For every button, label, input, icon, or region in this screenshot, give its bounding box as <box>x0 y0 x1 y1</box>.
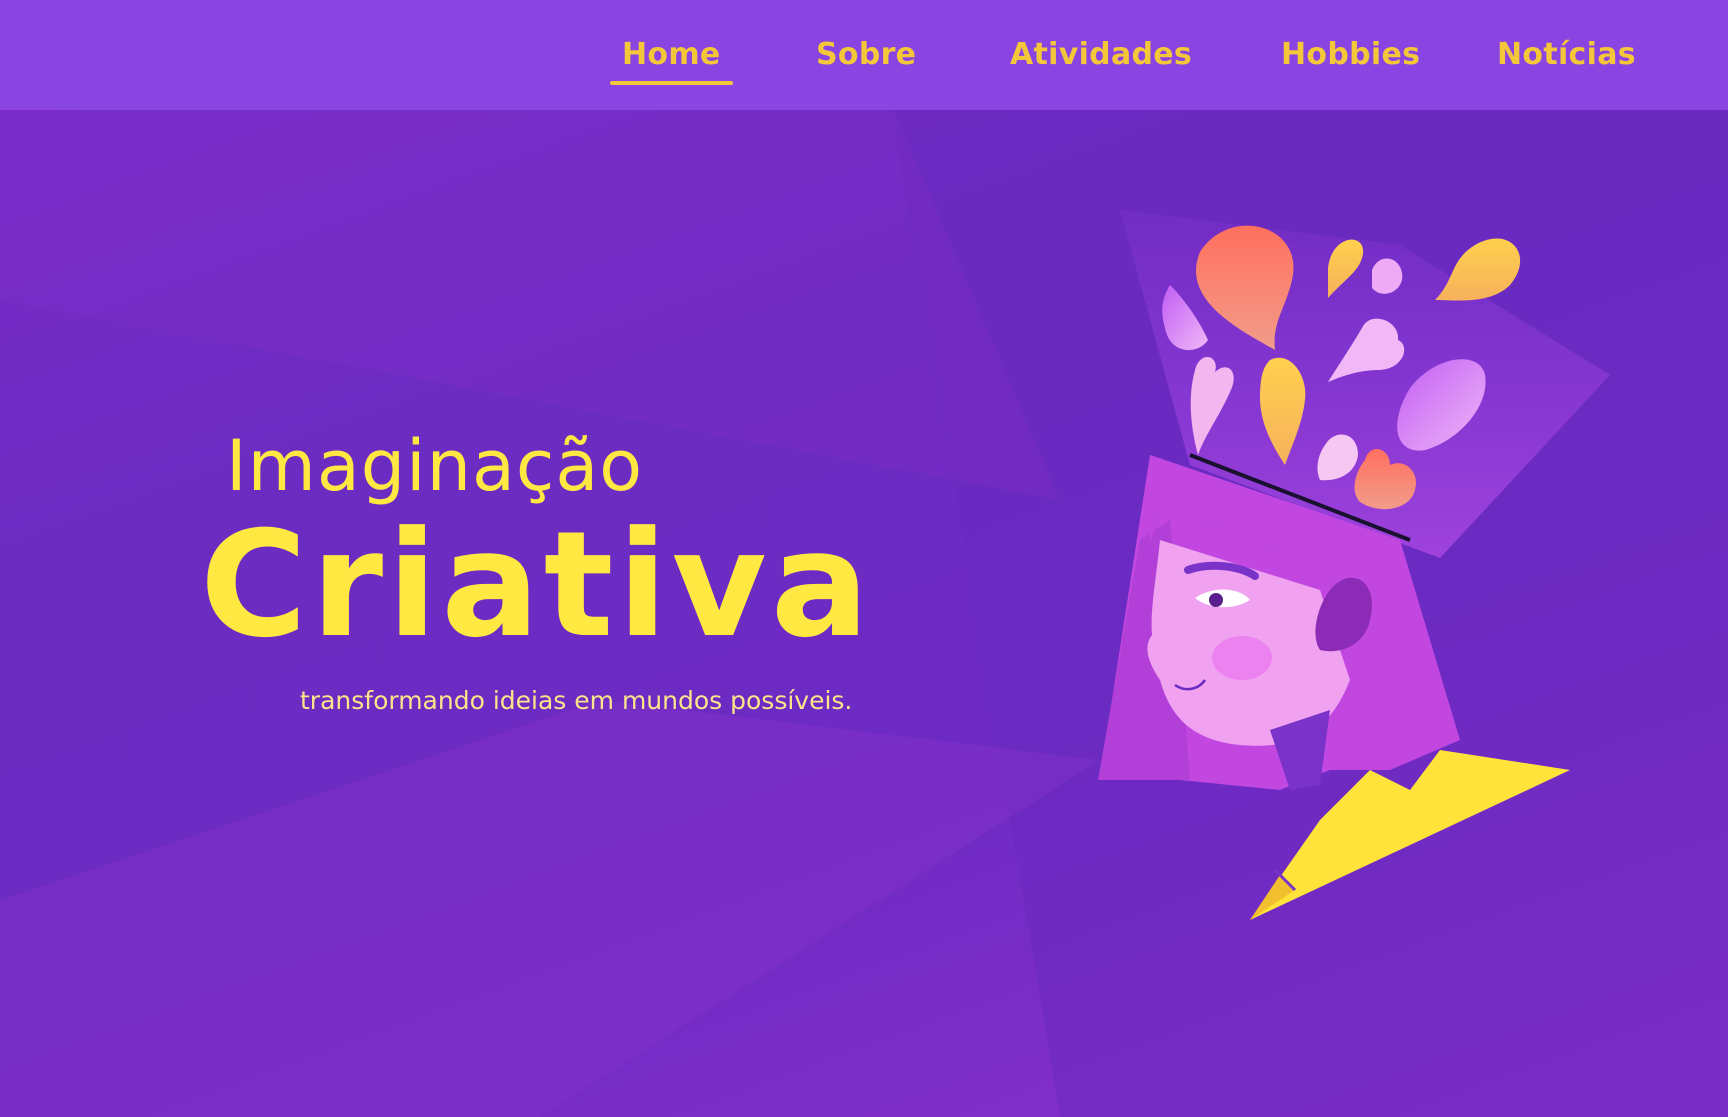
nav-noticias-link[interactable]: Notícias <box>1497 33 1636 77</box>
hero-title-big: Criativa <box>200 500 874 670</box>
hero-subtitle: transformando ideias em mundos possíveis… <box>300 686 853 715</box>
nav-hobbies-link[interactable]: Hobbies <box>1281 33 1420 77</box>
creative-head-illustration <box>1098 210 1610 920</box>
nav-atividades-link[interactable]: Atividades <box>1010 33 1192 77</box>
nav-home-link[interactable]: Home <box>610 33 733 85</box>
nav-sobre-link[interactable]: Sobre <box>816 33 916 77</box>
hero-title-small: Imaginação <box>226 425 644 507</box>
top-navigation: Home Sobre Atividades Hobbies Notícias <box>0 0 1728 110</box>
